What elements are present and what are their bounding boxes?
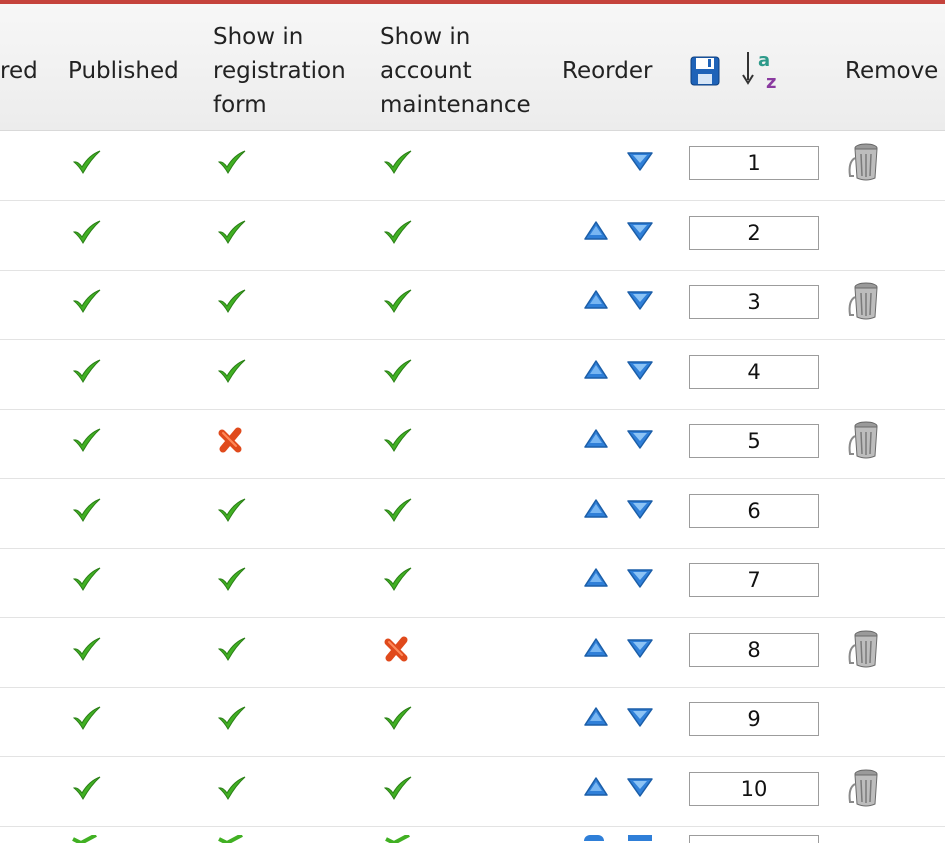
table-row [0,617,945,688]
table-row [0,130,945,201]
arrow-down-icon[interactable] [626,706,654,728]
arrow-down-icon[interactable] [626,289,654,311]
arrow-up-icon[interactable] [583,428,609,450]
column-header-registration-line3[interactable]: form [213,90,267,120]
arrow-down-icon[interactable] [626,498,654,520]
order-input[interactable] [689,494,819,528]
table-row [0,339,945,410]
table-header: red Published Show in registration form … [0,4,945,131]
check-icon[interactable] [72,149,102,175]
check-icon[interactable] [72,219,102,245]
column-header-account-line2[interactable]: account [380,56,472,86]
check-icon[interactable] [217,566,247,592]
column-header-published[interactable]: Published [68,56,179,86]
check-icon[interactable] [217,219,247,245]
check-icon[interactable] [217,705,247,731]
table-row [0,547,945,618]
partial-next-row [0,835,945,843]
trash-icon[interactable] [842,627,886,671]
check-icon[interactable] [383,775,413,801]
column-header-registration-line1[interactable]: Show in [213,22,303,52]
check-icon[interactable] [72,497,102,523]
order-input[interactable] [689,216,819,250]
check-icon[interactable] [72,775,102,801]
cross-icon[interactable] [217,426,245,454]
check-icon[interactable] [383,358,413,384]
arrow-up-icon[interactable] [583,567,609,589]
column-header-registration-line2[interactable]: registration [213,56,346,86]
arrow-up-icon[interactable] [583,498,609,520]
check-icon[interactable] [383,219,413,245]
check-icon[interactable] [383,705,413,731]
check-icon[interactable] [383,149,413,175]
check-icon[interactable] [217,775,247,801]
arrow-down-icon[interactable] [626,776,654,798]
order-input[interactable] [689,633,819,667]
arrow-up-icon[interactable] [583,637,609,659]
column-header-reorder[interactable]: Reorder [562,56,652,86]
check-icon[interactable] [217,497,247,523]
check-icon[interactable] [72,636,102,662]
sort-az-icon[interactable]: a z [742,48,786,92]
trash-icon[interactable] [842,766,886,810]
table-row [0,478,945,549]
check-icon[interactable] [72,566,102,592]
column-header-remove[interactable]: Remove [845,56,938,86]
order-input[interactable] [689,424,819,458]
column-header-required[interactable]: red [0,56,38,86]
order-input[interactable] [689,285,819,319]
arrow-down-icon[interactable] [626,637,654,659]
cross-icon[interactable] [383,635,411,663]
check-icon[interactable] [383,566,413,592]
check-icon[interactable] [217,288,247,314]
table-row [0,200,945,271]
check-icon[interactable] [72,358,102,384]
arrow-down-icon[interactable] [626,567,654,589]
arrow-down-icon[interactable] [626,150,654,172]
arrow-up-icon[interactable] [583,776,609,798]
check-icon[interactable] [383,288,413,314]
table-row [0,408,945,479]
arrow-up-icon[interactable] [583,706,609,728]
order-input[interactable] [689,772,819,806]
check-icon[interactable] [217,636,247,662]
arrow-down-icon[interactable] [626,220,654,242]
order-input[interactable] [689,563,819,597]
arrow-up-icon[interactable] [583,220,609,242]
check-icon[interactable] [217,149,247,175]
check-icon[interactable] [72,427,102,453]
order-input[interactable] [689,146,819,180]
arrow-up-icon[interactable] [583,359,609,381]
check-icon[interactable] [383,497,413,523]
check-icon[interactable] [72,288,102,314]
column-header-account-line3[interactable]: maintenance [380,90,531,120]
arrow-down-icon[interactable] [626,359,654,381]
check-icon[interactable] [72,705,102,731]
check-icon[interactable] [217,358,247,384]
svg-text:z: z [766,72,776,92]
table-row [0,269,945,340]
arrow-down-icon[interactable] [626,428,654,450]
table-row [0,686,945,757]
order-input[interactable] [689,702,819,736]
trash-icon[interactable] [842,279,886,323]
trash-icon[interactable] [842,418,886,462]
order-input[interactable] [689,355,819,389]
arrow-up-icon[interactable] [583,289,609,311]
check-icon[interactable] [383,427,413,453]
trash-icon[interactable] [842,140,886,184]
save-icon[interactable] [690,56,720,86]
svg-text:a: a [758,50,770,71]
column-header-account-line1[interactable]: Show in [380,22,470,52]
table-row [0,756,945,827]
